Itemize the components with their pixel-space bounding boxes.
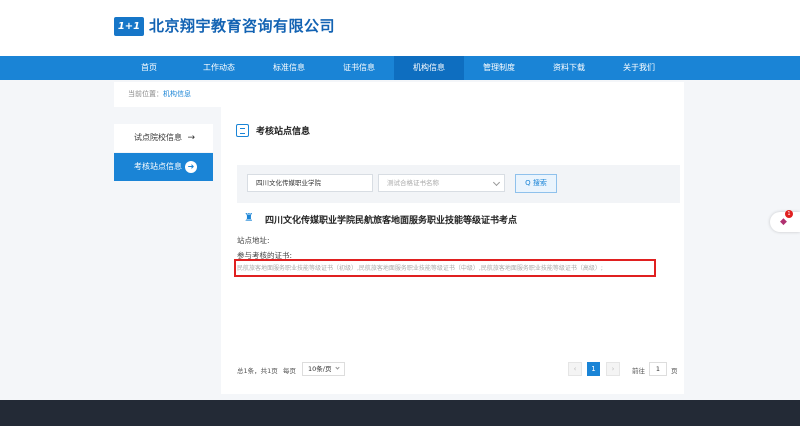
gem-icon: ◆ <box>780 217 787 227</box>
nav-item-regulations[interactable]: 管理制度 <box>464 56 534 80</box>
nav-item-news[interactable]: 工作动态 <box>184 56 254 80</box>
site-title[interactable]: 北京翔宇教育咨询有限公司 <box>149 15 335 36</box>
floating-widget[interactable]: ◆ 1 <box>770 210 800 232</box>
site-icon: ♜ <box>244 211 254 224</box>
pagination-per-page-label: 每页 <box>283 367 296 375</box>
goto-page-input[interactable]: 1 <box>649 362 667 376</box>
section-title: 考核站点信息 <box>256 127 311 137</box>
next-page-button[interactable]: › <box>606 362 620 376</box>
nav-item-institutions[interactable]: 机构信息 <box>394 56 464 80</box>
nav-item-about[interactable]: 关于我们 <box>604 56 674 80</box>
page-unit-label: 页 <box>671 367 678 375</box>
sidebar-item-label: 试点院校信息 <box>134 133 182 142</box>
sidebar-item-exam-sites[interactable]: 考核站点信息 ➜ <box>114 153 213 181</box>
search-button[interactable]: Q 搜索 <box>515 174 557 193</box>
school-input[interactable]: 四川文化传媒职业学院 <box>247 174 373 192</box>
arrow-circle-icon: ➜ <box>185 161 197 173</box>
nav-item-certificates[interactable]: 证书信息 <box>324 56 394 80</box>
pagination-summary: 总1条，共1页 <box>237 367 278 375</box>
logo-icon[interactable]: 1+1 <box>114 17 144 36</box>
highlight-box <box>234 259 656 277</box>
notification-badge: 1 <box>785 210 793 218</box>
site-header: 1+1 北京翔宇教育咨询有限公司 <box>0 0 800 56</box>
breadcrumb-current[interactable]: 机构信息 <box>163 90 191 98</box>
page-1-button[interactable]: 1 <box>587 362 600 376</box>
sidebar-item-label: 考核站点信息 <box>134 162 182 171</box>
breadcrumb: 当前位置：机构信息 <box>114 82 684 107</box>
nav-item-standards[interactable]: 标准信息 <box>254 56 324 80</box>
prev-page-button[interactable]: ‹ <box>568 362 582 376</box>
document-icon <box>236 124 249 137</box>
site-title-heading: 四川文化传媒职业学院民航旅客地面服务职业技能等级证书考点 <box>265 216 518 226</box>
site-address-label: 站点地址: <box>237 236 270 245</box>
arrow-right-icon: → <box>187 133 195 143</box>
goto-label: 前往 <box>632 367 645 375</box>
nav-item-home[interactable]: 首页 <box>114 56 184 80</box>
breadcrumb-prefix: 当前位置： <box>128 90 163 98</box>
site-footer <box>0 400 800 426</box>
sidebar-item-pilot-schools[interactable]: 试点院校信息 → <box>114 124 213 152</box>
main-nav: 首页 工作动态 标准信息 证书信息 机构信息 管理制度 资料下载 关于我们 <box>0 56 800 80</box>
certificate-select[interactable]: 测试合格证书名称 <box>378 174 505 192</box>
nav-item-downloads[interactable]: 资料下载 <box>534 56 604 80</box>
page-size-select[interactable]: 10条/页 <box>302 362 345 376</box>
